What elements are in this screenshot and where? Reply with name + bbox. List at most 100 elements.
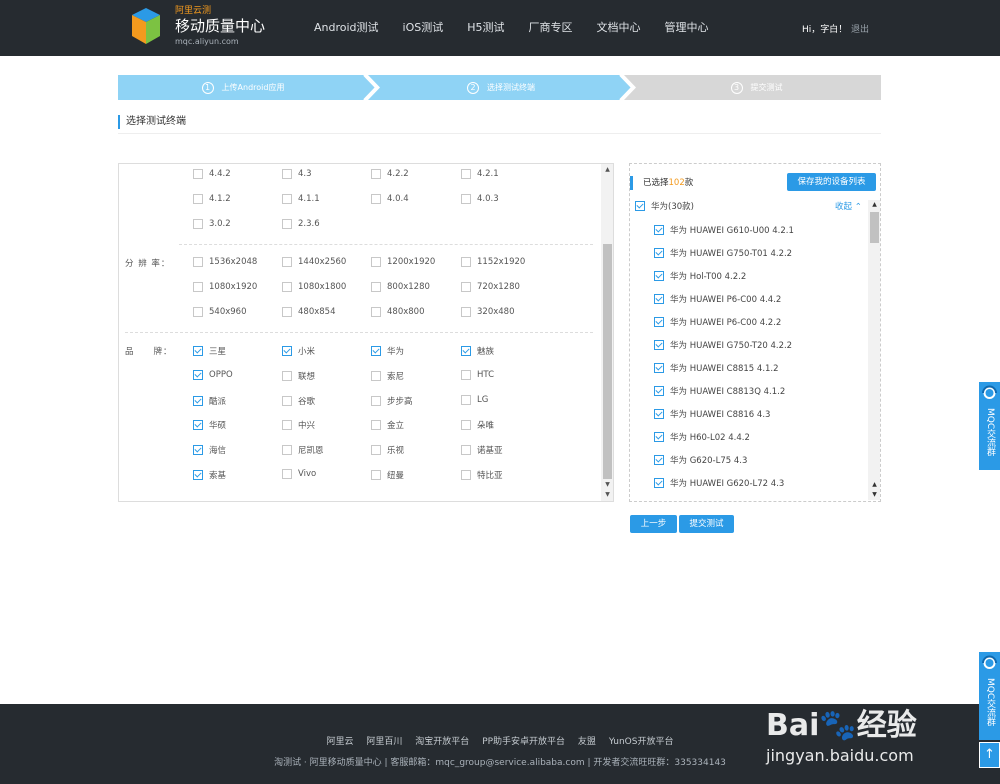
- checkbox[interactable]: [193, 395, 203, 406]
- checkbox[interactable]: [282, 370, 292, 381]
- checkbox[interactable]: [461, 257, 471, 267]
- scroll-down-icon-2[interactable]: ▼: [601, 489, 613, 501]
- brand-option[interactable]: 特比亚: [461, 469, 503, 481]
- brand-block[interactable]: 阿里云测 移动质量中心 mqc.aliyun.com: [175, 7, 265, 46]
- checkbox[interactable]: [193, 307, 203, 317]
- checkbox[interactable]: [193, 282, 203, 292]
- resolution-option[interactable]: 1536x2048: [193, 257, 257, 267]
- brand-option[interactable]: HTC: [461, 369, 494, 380]
- footer-link[interactable]: 阿里云: [327, 737, 354, 747]
- resolution-option[interactable]: 1080x1920: [193, 282, 257, 292]
- footer-link[interactable]: 阿里百川: [366, 737, 402, 747]
- group-checkbox[interactable]: [635, 201, 645, 211]
- checkbox[interactable]: [282, 395, 292, 406]
- back-to-top-button[interactable]: ↑: [979, 742, 1000, 768]
- checkbox[interactable]: [461, 169, 471, 179]
- brand-option[interactable]: 索基: [193, 469, 226, 481]
- brand-option[interactable]: 尼凯恩: [282, 444, 324, 456]
- checkbox[interactable]: [193, 169, 203, 179]
- resolution-option[interactable]: 720x1280: [461, 282, 520, 292]
- checkbox[interactable]: [193, 194, 203, 204]
- checkbox[interactable]: [193, 445, 203, 456]
- device-list-item[interactable]: 华为 HUAWEI G750-T20 4.2.2: [654, 339, 792, 351]
- checkbox[interactable]: [193, 369, 203, 380]
- checkbox[interactable]: [282, 219, 292, 229]
- checkbox[interactable]: [282, 169, 292, 179]
- brand-option[interactable]: 诺基亚: [461, 444, 503, 456]
- checkbox[interactable]: [371, 420, 381, 431]
- brand-option[interactable]: 联想: [282, 370, 315, 382]
- checkbox[interactable]: [371, 346, 381, 356]
- device-checkbox[interactable]: [654, 386, 664, 396]
- checkbox[interactable]: [282, 194, 292, 204]
- version-option[interactable]: 4.0.3: [461, 194, 499, 204]
- logout-link[interactable]: 退出: [851, 22, 869, 35]
- version-option[interactable]: 4.0.4: [371, 194, 409, 204]
- checkbox[interactable]: [282, 469, 292, 479]
- device-checkbox[interactable]: [654, 294, 664, 304]
- device-list-item[interactable]: 华为 HUAWEI G750-T01 4.2.2: [654, 247, 792, 259]
- version-option[interactable]: 4.2.1: [461, 169, 499, 179]
- brand-option[interactable]: 步步高: [371, 395, 413, 407]
- version-option[interactable]: 4.2.2: [371, 169, 409, 179]
- version-option[interactable]: 4.1.1: [282, 194, 320, 204]
- scroll-thumb[interactable]: [603, 244, 612, 479]
- checkbox[interactable]: [193, 219, 203, 229]
- device-checkbox[interactable]: [654, 225, 664, 235]
- brand-option[interactable]: 三星: [193, 345, 226, 357]
- device-list-item[interactable]: 华为 HUAWEI C8815 4.1.2: [654, 362, 779, 374]
- version-option[interactable]: 2.3.6: [282, 219, 320, 229]
- checkbox[interactable]: [371, 370, 381, 381]
- resolution-option[interactable]: 1080x1800: [282, 282, 346, 292]
- checkbox[interactable]: [282, 445, 292, 456]
- scroll-thumb[interactable]: [870, 212, 879, 243]
- brand-option[interactable]: 魅族: [461, 345, 494, 357]
- checkbox[interactable]: [461, 194, 471, 204]
- checkbox[interactable]: [193, 420, 203, 431]
- nav-admin[interactable]: 管理中心: [653, 0, 721, 56]
- filter-scrollbar[interactable]: ▲ ▼ ▼: [601, 164, 613, 501]
- checkbox[interactable]: [461, 445, 471, 456]
- checkbox[interactable]: [371, 307, 381, 317]
- footer-link[interactable]: 友盟: [578, 737, 596, 747]
- device-list-item[interactable]: 华为 G620-L75 4.3: [654, 454, 747, 466]
- device-list-item[interactable]: 华为 HUAWEI P6-C00 4.4.2: [654, 293, 781, 305]
- brand-option[interactable]: LG: [461, 394, 488, 405]
- checkbox[interactable]: [461, 346, 471, 356]
- nav-docs[interactable]: 文档中心: [585, 0, 653, 56]
- checkbox[interactable]: [461, 420, 471, 431]
- device-list-item[interactable]: 华为 HUAWEI C8813Q 4.1.2: [654, 385, 785, 397]
- device-checkbox[interactable]: [654, 455, 664, 465]
- device-checkbox[interactable]: [654, 363, 664, 373]
- brand-option[interactable]: 华硕: [193, 419, 226, 431]
- checkbox[interactable]: [371, 445, 381, 456]
- device-list-item[interactable]: 华为 HUAWEI G610-U00 4.2.1: [654, 224, 794, 236]
- checkbox[interactable]: [461, 282, 471, 292]
- nav-h5[interactable]: H5测试: [455, 0, 516, 56]
- brand-option[interactable]: 酷派: [193, 395, 226, 407]
- submit-test-button[interactable]: 提交测试: [679, 515, 734, 533]
- footer-link[interactable]: PP助手安卓开放平台: [482, 737, 565, 747]
- brand-option[interactable]: 纽曼: [371, 469, 404, 481]
- checkbox[interactable]: [371, 169, 381, 179]
- mqc-group-widget[interactable]: MQC交流群: [979, 382, 1000, 470]
- save-device-list-button[interactable]: 保存我的设备列表: [787, 173, 876, 191]
- brand-option[interactable]: 金立: [371, 419, 404, 431]
- device-list-item[interactable]: 华为 HUAWEI P6-C00 4.2.2: [654, 316, 781, 328]
- device-checkbox[interactable]: [654, 248, 664, 258]
- resolution-option[interactable]: 1152x1920: [461, 257, 525, 267]
- version-option[interactable]: 4.3: [282, 169, 312, 179]
- scroll-up-icon[interactable]: ▲: [601, 164, 613, 176]
- group-header-huawei[interactable]: 华为(30款): [635, 200, 694, 212]
- device-checkbox[interactable]: [654, 271, 664, 281]
- version-option[interactable]: 4.1.2: [193, 194, 231, 204]
- brand-option[interactable]: 索尼: [371, 370, 404, 382]
- brand-option[interactable]: 海信: [193, 444, 226, 456]
- nav-vendor[interactable]: 厂商专区: [517, 0, 585, 56]
- resolution-option[interactable]: 800x1280: [371, 282, 430, 292]
- checkbox[interactable]: [461, 470, 471, 480]
- checkbox[interactable]: [371, 395, 381, 406]
- resolution-option[interactable]: 540x960: [193, 307, 246, 317]
- nav-ios[interactable]: iOS测试: [391, 0, 456, 56]
- prev-step-button[interactable]: 上一步: [630, 515, 677, 533]
